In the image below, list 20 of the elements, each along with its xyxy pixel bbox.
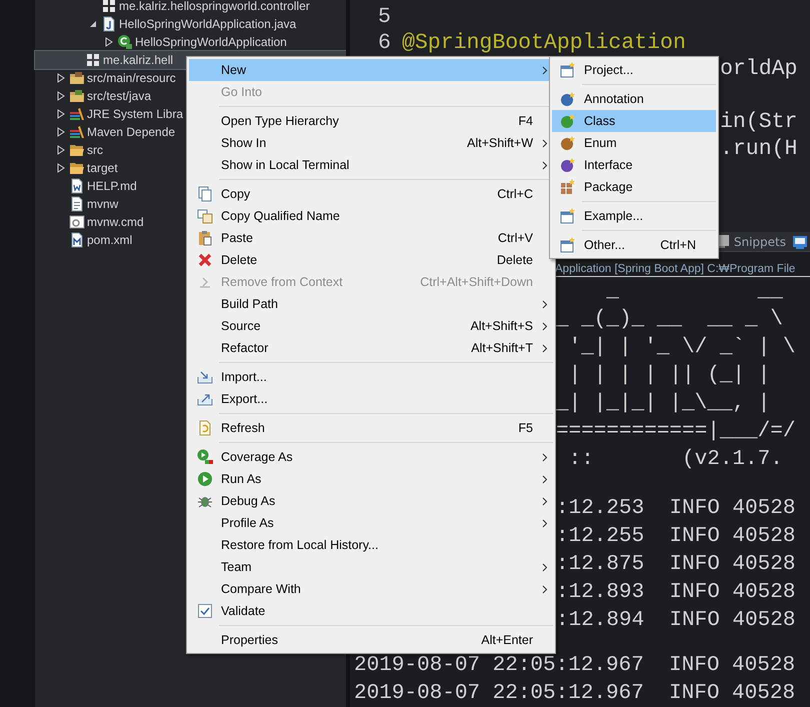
code-line: orldAp: [720, 57, 798, 82]
console-line: :12.255 INFO 40528: [556, 524, 796, 548]
console-line: :12.253 INFO 40528: [556, 496, 796, 520]
console-line: | | | | || (_| |: [568, 364, 770, 386]
console-line: 2019-08-07 22:05:12.967 INFO 40528: [354, 654, 796, 676]
console-line: _ __: [605, 280, 783, 302]
console-line: _ _(_)_ __ __ _ \: [556, 308, 783, 330]
console-line: :12.893 INFO 40528: [556, 580, 796, 604]
console-line: :12.894 INFO 40528: [556, 608, 796, 632]
console-line: ============|___/=/: [556, 420, 796, 442]
line-number: 5: [377, 5, 392, 29]
code-line: in(Str: [720, 110, 798, 134]
console-line: _| |_|_| |_\__, |: [556, 392, 770, 414]
console-line: '_| | '_ \/ _` | \: [568, 336, 796, 358]
line-number: 6: [377, 31, 392, 55]
console-line: :: (v2.1.7.: [568, 448, 783, 470]
console-line: 2019-08-07 22:05:12.967 INFO 40528: [354, 682, 796, 704]
code-line: .run(H: [720, 136, 798, 161]
code-line: @SpringBootApplication: [402, 31, 686, 55]
console-line: :12.875 INFO 40528: [556, 552, 796, 576]
